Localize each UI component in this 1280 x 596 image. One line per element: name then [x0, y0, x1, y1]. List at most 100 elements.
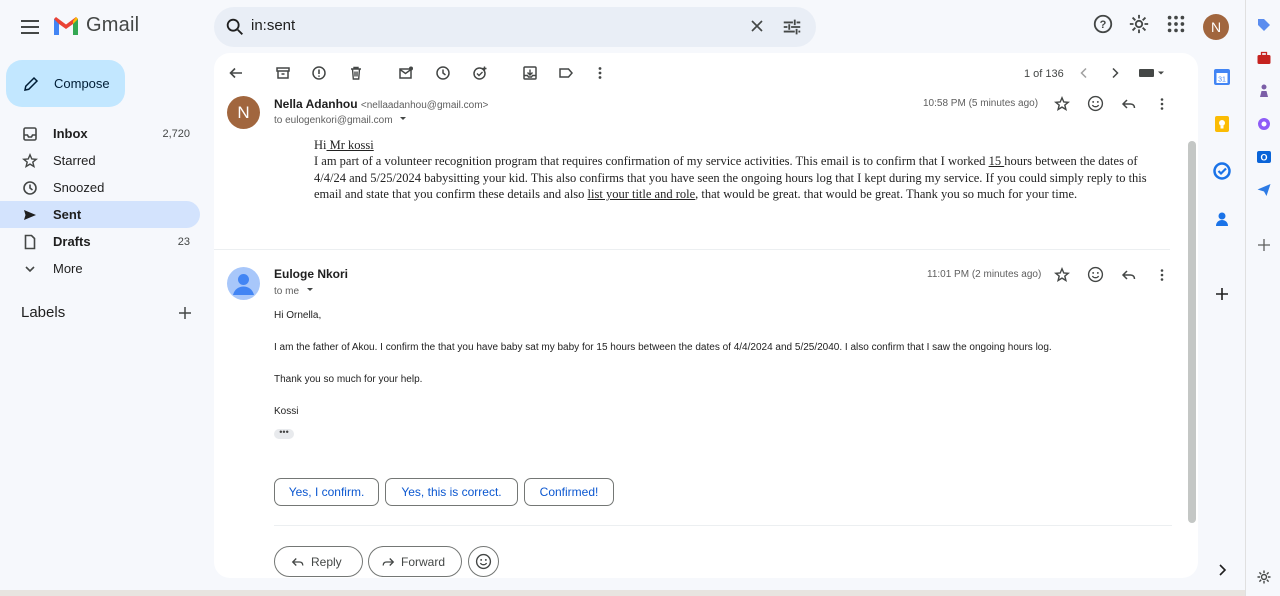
gmail-logo[interactable]: Gmail [52, 14, 139, 37]
recipient-line[interactable]: to eulogenkori@gmail.com [274, 115, 408, 126]
more-vertical-icon[interactable] [592, 65, 608, 81]
star-icon[interactable] [1054, 96, 1070, 112]
search-icon[interactable] [224, 16, 246, 38]
pager-text: 1 of 136 [1024, 68, 1064, 80]
back-arrow-icon[interactable] [228, 65, 244, 81]
plus-icon[interactable] [177, 305, 193, 321]
settings-icon[interactable] [1256, 569, 1272, 585]
show-trimmed-content-button[interactable]: ••• [274, 428, 294, 439]
message-body: Hi Mr kossi I am part of a volunteer rec… [314, 137, 1166, 202]
apps-grid-icon[interactable] [1165, 13, 1187, 35]
sidebar-item-more[interactable]: More [0, 255, 200, 282]
more-vertical-icon[interactable] [1154, 96, 1170, 112]
chess-piece-icon[interactable] [1256, 83, 1272, 99]
scrollbar-thumb[interactable] [1188, 141, 1196, 523]
sender-avatar[interactable] [227, 267, 260, 300]
report-spam-icon[interactable] [311, 65, 327, 81]
caret-down-icon [306, 288, 313, 291]
search-input[interactable] [251, 17, 731, 34]
help-icon[interactable]: ? [1092, 13, 1114, 35]
sender-name[interactable]: Euloge Nkori [274, 267, 348, 281]
sidebar-nav: Inbox 2,720 Starred Snoozed Sent Drafts … [0, 120, 200, 282]
trash-icon[interactable] [348, 65, 364, 81]
send-plane-icon[interactable] [1256, 182, 1272, 198]
sidebar-item-inbox[interactable]: Inbox 2,720 [0, 120, 200, 147]
sidebar-item-label: Drafts [53, 234, 91, 249]
calendar-icon[interactable]: 31 [1213, 68, 1231, 86]
label-icon[interactable] [558, 65, 574, 81]
message-toolbar: 1 of 136 [214, 53, 1198, 95]
sidebar-item-sent[interactable]: Sent [0, 201, 200, 228]
message-divider [214, 249, 1170, 250]
body-line-thanks: Thank you so much for your help. [274, 374, 423, 385]
gear-icon[interactable] [1128, 13, 1150, 35]
more-vertical-icon[interactable] [1154, 267, 1170, 283]
send-icon [24, 210, 36, 220]
body-line-signature: Kossi [274, 406, 299, 417]
tasks-icon[interactable] [1213, 162, 1231, 180]
tag-icon[interactable] [1256, 17, 1272, 33]
window-bottom-edge [0, 590, 1245, 596]
emoji-reaction-icon[interactable] [1087, 266, 1104, 283]
emoji-button[interactable] [468, 546, 499, 577]
add-task-icon[interactable] [472, 65, 488, 81]
sidebar-item-snoozed[interactable]: Snoozed [0, 174, 200, 201]
close-icon[interactable] [747, 16, 767, 36]
emoji-reaction-icon[interactable] [1087, 95, 1104, 112]
reply-button[interactable]: Reply [274, 546, 363, 577]
snooze-icon[interactable] [435, 65, 451, 81]
hours-text: 15 [988, 154, 1005, 169]
chevron-down-icon [25, 266, 35, 273]
recipient-line[interactable]: to me [274, 286, 315, 297]
message-time: 10:58 PM (5 minutes ago) [923, 98, 1039, 109]
move-to-icon[interactable] [522, 65, 538, 81]
greeting-name: Mr kossi [326, 138, 374, 152]
smart-reply-button[interactable]: Confirmed! [524, 478, 614, 506]
star-icon[interactable] [1054, 267, 1070, 283]
sidebar-item-starred[interactable]: Starred [0, 147, 200, 174]
sender-email: <nellaadanhou@gmail.com> [360, 100, 489, 111]
clock-icon [23, 181, 37, 195]
main-menu-icon[interactable] [18, 15, 42, 39]
sender-avatar[interactable]: N [227, 96, 260, 129]
body-line-confirmation: I am the father of Akou. I confirm the t… [274, 342, 1052, 353]
recipient-text: to eulogenkori@gmail.com [274, 115, 393, 126]
star-icon [22, 153, 38, 168]
outlook-icon[interactable]: O [1256, 149, 1272, 165]
svg-text:O: O [1260, 153, 1267, 163]
plus-icon[interactable] [1256, 237, 1272, 253]
sidebar-item-label: Snoozed [53, 180, 105, 195]
briefcase-icon[interactable] [1256, 50, 1272, 66]
pencil-icon [24, 76, 39, 91]
account-avatar[interactable]: N [1203, 14, 1229, 40]
sidebar-item-label: Inbox [53, 126, 88, 141]
body-line-greeting: Hi Ornella, [274, 310, 322, 321]
sidebar-item-label: More [53, 261, 83, 276]
smart-reply-button[interactable]: Yes, I confirm. [274, 478, 379, 506]
mark-unread-icon[interactable] [398, 65, 414, 81]
contacts-icon[interactable] [1213, 210, 1231, 228]
archive-icon[interactable] [275, 65, 291, 81]
reply-icon[interactable] [1121, 96, 1137, 112]
forward-button[interactable]: Forward [368, 546, 462, 577]
title-role-text: list your title and role [587, 186, 696, 201]
svg-text:31: 31 [1218, 77, 1226, 84]
inbox-icon [23, 127, 37, 141]
smart-reply-button[interactable]: Yes, this is correct. [385, 478, 518, 506]
sidebar-item-drafts[interactable]: Drafts 23 [0, 228, 200, 255]
plus-icon[interactable] [1213, 285, 1231, 303]
chevron-right-icon[interactable] [1107, 65, 1123, 81]
keep-icon[interactable] [1213, 115, 1231, 133]
compose-button[interactable]: Compose [6, 60, 125, 107]
body-text-3: , that would be great. that would be gre… [695, 186, 1078, 201]
chevron-left-icon[interactable] [1076, 65, 1092, 81]
forward-icon [382, 557, 395, 566]
keyboard-icon[interactable] [1138, 65, 1168, 81]
labels-heading: Labels [21, 304, 66, 321]
search-options-icon[interactable] [781, 16, 803, 38]
copilot-icon[interactable] [1256, 116, 1272, 132]
chevron-right-icon[interactable] [1213, 561, 1231, 579]
sender-name[interactable]: Nella Adanhou <nellaadanhou@gmail.com> [274, 97, 488, 111]
reply-icon[interactable] [1121, 267, 1137, 283]
unread-count: 2,720 [162, 127, 190, 140]
